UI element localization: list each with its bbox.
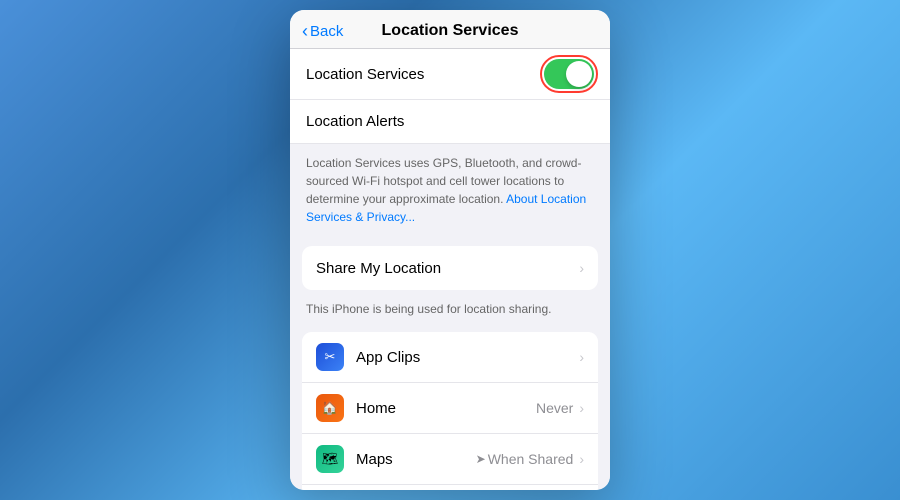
share-location-label: Share My Location: [316, 260, 575, 277]
home-row[interactable]: 🏠 Home Never ›: [302, 383, 598, 434]
share-description-text: This iPhone is being used for location s…: [306, 302, 551, 316]
share-my-location-row[interactable]: Share My Location ›: [302, 246, 598, 290]
app-clips-row[interactable]: ✂ App Clips ›: [302, 332, 598, 383]
phone-panel: ‹ Back Location Services Location Servic…: [290, 10, 610, 490]
back-chevron-icon: ‹: [302, 21, 308, 42]
app-clips-icon: ✂: [316, 343, 344, 371]
description-block: Location Services uses GPS, Bluetooth, a…: [290, 144, 610, 238]
maps-status: When Shared: [488, 451, 574, 467]
maps-location-arrow-icon: ➤: [476, 452, 486, 466]
share-location-chevron: ›: [579, 260, 584, 276]
nav-title: Location Services: [382, 22, 519, 40]
toggle-knob: [566, 61, 592, 87]
location-services-row: Location Services: [290, 49, 610, 100]
siri-row[interactable]: 🎙 Siri & Dictation ➤ While Using ›: [302, 485, 598, 490]
location-alerts-label: Location Alerts: [306, 113, 594, 130]
home-label: Home: [356, 400, 536, 417]
apps-section: ✂ App Clips › 🏠 Home Never › 🗺 Maps: [302, 332, 598, 490]
maps-label: Maps: [356, 451, 476, 468]
share-description: This iPhone is being used for location s…: [290, 298, 610, 324]
location-services-label: Location Services: [306, 66, 544, 83]
home-chevron: ›: [579, 400, 584, 416]
app-clips-label: App Clips: [356, 349, 575, 366]
maps-icon: 🗺: [316, 445, 344, 473]
content-scroll[interactable]: Location Services Location Alerts Locati…: [290, 49, 610, 490]
toggle-background: [544, 59, 594, 89]
maps-row[interactable]: 🗺 Maps ➤ When Shared ›: [302, 434, 598, 485]
back-label: Back: [310, 23, 343, 40]
location-alerts-row: Location Alerts: [290, 100, 610, 144]
share-location-section: Share My Location ›: [302, 246, 598, 290]
back-button[interactable]: ‹ Back: [302, 21, 343, 42]
home-status: Never: [536, 400, 573, 416]
nav-bar: ‹ Back Location Services: [290, 10, 610, 49]
description-text: Location Services uses GPS, Bluetooth, a…: [306, 156, 586, 224]
location-services-toggle[interactable]: [544, 59, 594, 89]
app-clips-chevron: ›: [579, 349, 584, 365]
maps-chevron: ›: [579, 451, 584, 467]
home-icon: 🏠: [316, 394, 344, 422]
